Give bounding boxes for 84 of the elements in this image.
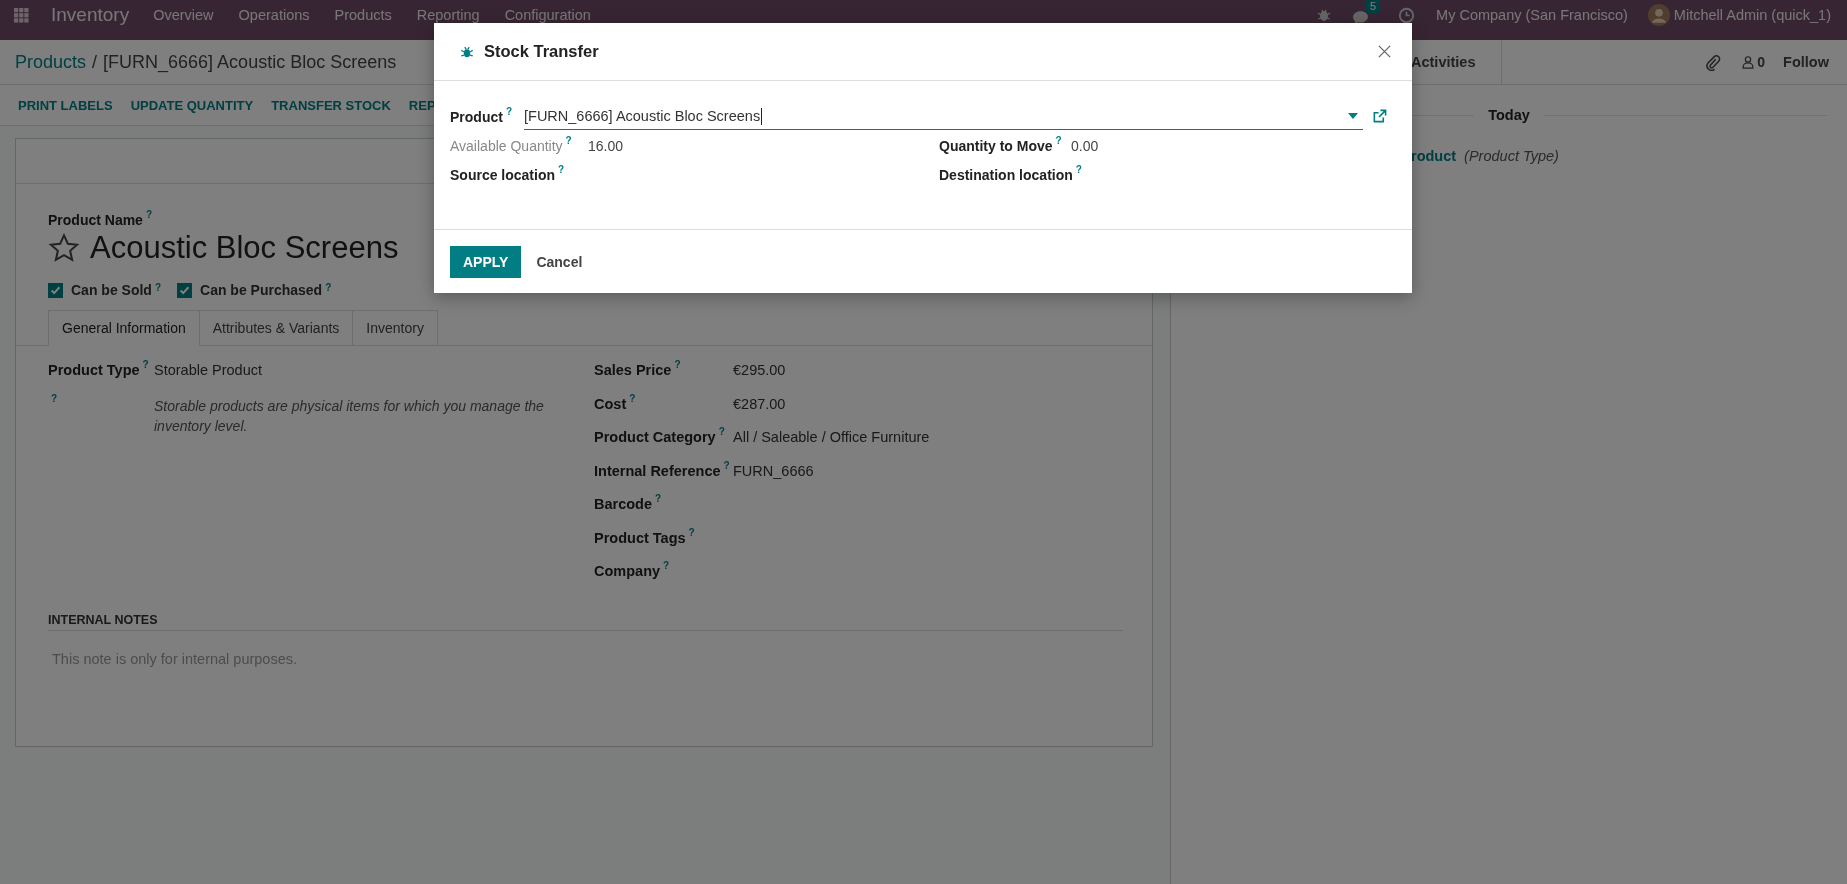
field-label: Product Tags bbox=[594, 529, 686, 546]
chat-icon[interactable] bbox=[1351, 8, 1369, 26]
field-label: Internal Reference bbox=[594, 462, 721, 479]
breadcrumb-separator: / bbox=[92, 51, 98, 73]
apps-grid-icon[interactable] bbox=[14, 7, 29, 23]
tab[interactable]: Inventory bbox=[352, 310, 438, 345]
help-text: Storable products are physical items for which you manage the inventory level. bbox=[154, 396, 545, 436]
help-mark[interactable]: ? bbox=[565, 135, 572, 146]
breadcrumb-link[interactable]: Products bbox=[15, 51, 87, 73]
field-value: Storable Product bbox=[154, 362, 262, 378]
dropdown-caret-icon[interactable] bbox=[1348, 113, 1358, 119]
action-button[interactable]: REP bbox=[400, 91, 444, 119]
help-mark[interactable]: ? bbox=[505, 105, 512, 117]
field-value: FURN_6666 bbox=[733, 462, 814, 479]
menu-item[interactable]: Operations bbox=[238, 7, 310, 23]
dialog-title: Stock Transfer bbox=[484, 42, 599, 61]
checkbox-label[interactable]: Can be Purchased bbox=[200, 282, 323, 298]
field-label: Quantity to Move bbox=[939, 138, 1053, 154]
help-mark[interactable]: ? bbox=[674, 359, 681, 370]
field-label: Product bbox=[450, 108, 503, 125]
field-label: Product Type bbox=[48, 362, 140, 378]
field-value: 16.00 bbox=[588, 138, 624, 154]
help-mark[interactable]: ? bbox=[688, 526, 695, 538]
checkbox-label[interactable]: Can be Sold bbox=[71, 282, 152, 298]
field-label: Product Category bbox=[594, 429, 716, 445]
clock-icon[interactable] bbox=[1398, 6, 1416, 24]
field-label: Sales Price bbox=[594, 362, 672, 378]
user-menu[interactable]: Mitchell Admin (quick_1) bbox=[1673, 7, 1831, 23]
cancel-button[interactable]: Cancel bbox=[523, 246, 596, 278]
help-mark[interactable]: ? bbox=[1075, 164, 1082, 175]
help-mark[interactable]: ? bbox=[723, 459, 730, 471]
apply-button[interactable]: APPLY bbox=[450, 246, 522, 278]
help-mark[interactable]: ? bbox=[154, 281, 161, 293]
field-value: €295.00 bbox=[733, 362, 786, 378]
help-mark[interactable]: ? bbox=[145, 209, 153, 220]
action-button[interactable]: PRINT LABELS bbox=[10, 91, 121, 119]
message-count-badge: 5 bbox=[1365, 0, 1381, 13]
date-separator: Today bbox=[1488, 107, 1530, 123]
field-label: Product Name bbox=[48, 212, 143, 228]
followers-button[interactable]: 0 bbox=[1741, 54, 1766, 70]
menu-item[interactable]: Reporting bbox=[416, 7, 480, 23]
section-title: INTERNAL NOTES bbox=[48, 612, 1123, 631]
field-label: Source location bbox=[450, 167, 556, 183]
product-input-field[interactable]: [FURN_6666] Acoustic Bloc Screens bbox=[524, 103, 1363, 130]
star-icon[interactable] bbox=[48, 232, 80, 264]
checkbox[interactable] bbox=[177, 282, 192, 298]
bug-icon bbox=[460, 44, 474, 59]
action-button[interactable]: TRANSFER STOCK bbox=[263, 91, 399, 119]
tab[interactable]: General Information bbox=[48, 310, 200, 346]
paperclip-icon[interactable] bbox=[1704, 53, 1722, 71]
field-label: Barcode bbox=[594, 496, 653, 512]
menu-item[interactable]: Products bbox=[334, 7, 392, 23]
help-mark[interactable]: ? bbox=[629, 392, 636, 404]
close-icon[interactable] bbox=[1377, 44, 1392, 59]
help-mark[interactable]: ? bbox=[51, 392, 58, 404]
field-label: Destination location bbox=[939, 167, 1073, 183]
product-name: Acoustic Bloc Screens bbox=[90, 230, 399, 266]
field-label: Company bbox=[594, 563, 661, 579]
menu-item[interactable]: Overview bbox=[153, 7, 214, 23]
field-value: All / Saleable / Office Furniture bbox=[733, 429, 930, 445]
field-value: 0.00 bbox=[1071, 138, 1099, 154]
follow-button[interactable]: Follow bbox=[1783, 54, 1829, 70]
bug-icon[interactable] bbox=[1315, 7, 1332, 23]
avatar-icon[interactable] bbox=[1647, 4, 1670, 26]
help-mark[interactable]: ? bbox=[655, 493, 662, 504]
help-mark[interactable]: ? bbox=[1055, 135, 1062, 146]
field-value: €287.00 bbox=[733, 395, 786, 412]
help-mark[interactable]: ? bbox=[558, 164, 565, 175]
input-value: [FURN_6666] Acoustic Bloc Screens bbox=[524, 108, 761, 124]
tracking-value-link[interactable]: roduct bbox=[1411, 148, 1457, 164]
field-label: Available Quantity bbox=[450, 138, 563, 154]
checkbox[interactable] bbox=[48, 282, 63, 298]
external-link-icon[interactable] bbox=[1372, 109, 1387, 124]
app-name[interactable]: Inventory bbox=[51, 4, 130, 26]
help-mark[interactable]: ? bbox=[718, 426, 725, 437]
action-button[interactable]: UPDATE QUANTITY bbox=[122, 91, 262, 119]
help-mark[interactable]: ? bbox=[142, 359, 149, 370]
company-switcher[interactable]: My Company (San Francisco) bbox=[1436, 7, 1628, 23]
tracking-field-name: (Product Type) bbox=[1464, 148, 1559, 164]
field-label: Cost bbox=[594, 395, 627, 412]
menu-item[interactable]: Configuration bbox=[504, 7, 591, 23]
help-mark[interactable]: ? bbox=[325, 281, 332, 293]
breadcrumb-current: [FURN_6666] Acoustic Bloc Screens bbox=[103, 51, 397, 73]
help-mark[interactable]: ? bbox=[663, 560, 670, 571]
